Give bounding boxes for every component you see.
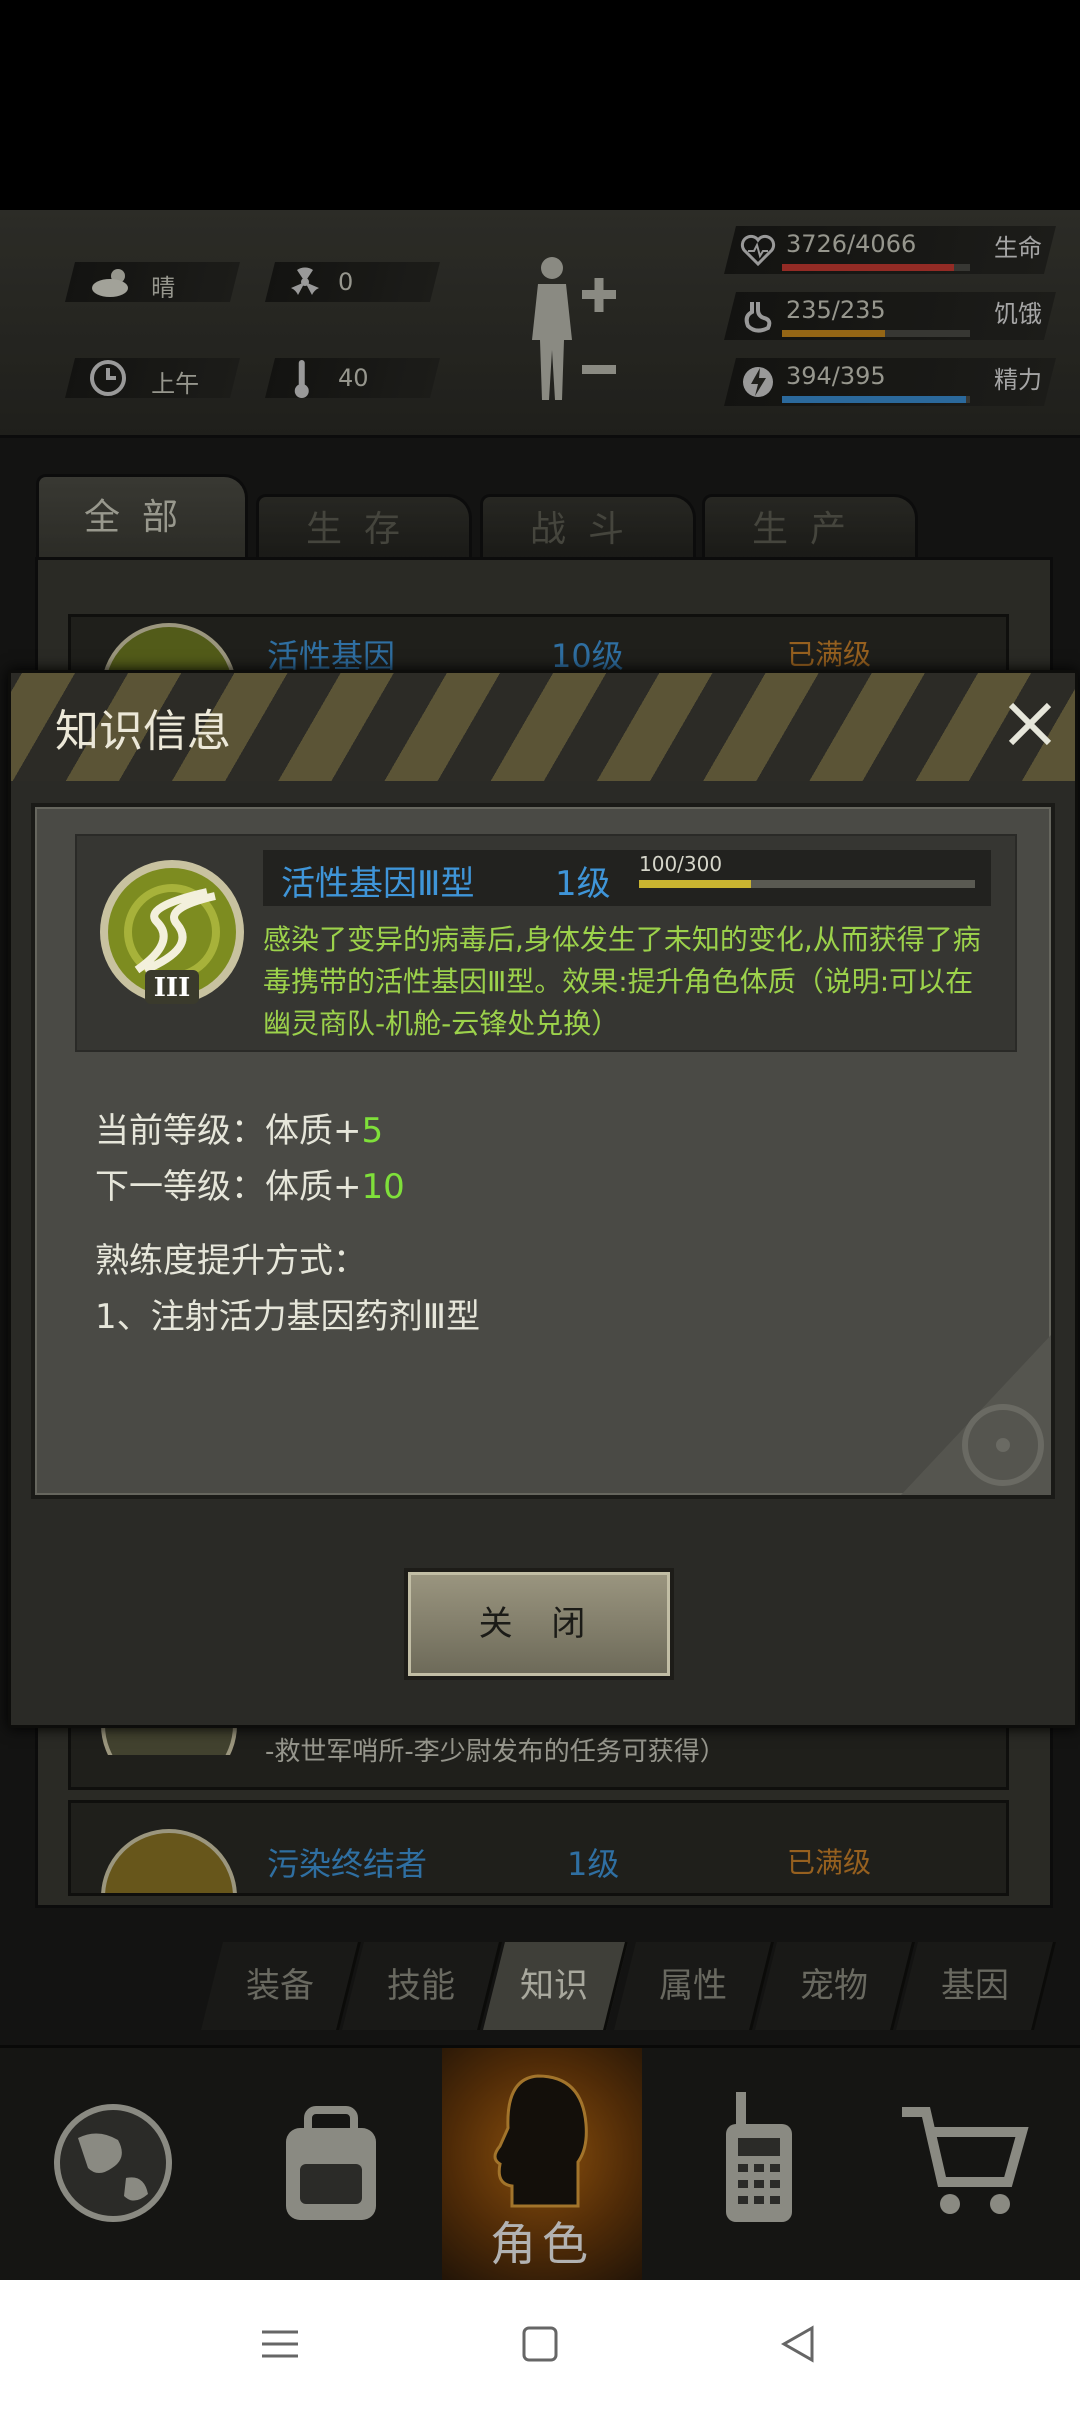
dialog-title: 知识信息 bbox=[55, 706, 231, 757]
current-level-line: 当前等级：体质+5 bbox=[95, 1103, 383, 1152]
current-level-value: 5 bbox=[361, 1111, 384, 1151]
current-level-label: 当前等级：体质+ bbox=[95, 1111, 362, 1151]
game-screen: 晴 0 上午 40 3726/4066 生命 235/235 饥饿 394/39… bbox=[0, 0, 1080, 2280]
knowledge-info-dialog: 知识信息 III 活性基因Ⅲ型 1级 100/300 感染了变异的病毒后,身体发… bbox=[8, 670, 1078, 1728]
skill-name: 活性基因Ⅲ型 bbox=[281, 864, 475, 904]
system-nav-bar bbox=[0, 2280, 1080, 2412]
method-title: 熟练度提升方式： bbox=[95, 1241, 367, 1281]
close-button-label: 关 闭 bbox=[478, 1604, 600, 1644]
menu-icon[interactable] bbox=[258, 2322, 302, 2366]
skill-info-box: III 活性基因Ⅲ型 1级 100/300 感染了变异的病毒后,身体发生了未知的… bbox=[75, 834, 1017, 1052]
next-level-label: 下一等级：体质+ bbox=[95, 1167, 362, 1207]
progress-bar-fill bbox=[639, 880, 751, 888]
skill-level: 1级 bbox=[555, 864, 611, 904]
svg-text:III: III bbox=[154, 973, 191, 1003]
dialog-header: 知识信息 bbox=[11, 673, 1075, 781]
radiation-watermark-icon bbox=[901, 1335, 1051, 1495]
close-icon[interactable] bbox=[997, 691, 1063, 757]
next-level-value: 10 bbox=[361, 1167, 405, 1207]
dna-icon: III bbox=[100, 860, 244, 1004]
back-icon[interactable] bbox=[776, 2322, 820, 2366]
progress-bar bbox=[639, 880, 975, 888]
home-icon[interactable] bbox=[518, 2322, 562, 2366]
skill-description: 感染了变异的病毒后,身体发生了未知的变化,从而获得了病毒携带的活性基因Ⅲ型。效果… bbox=[263, 923, 981, 1040]
dialog-content: III 活性基因Ⅲ型 1级 100/300 感染了变异的病毒后,身体发生了未知的… bbox=[31, 803, 1055, 1499]
close-button[interactable]: 关 闭 bbox=[404, 1568, 674, 1680]
skill-name-bar: 活性基因Ⅲ型 1级 100/300 bbox=[263, 850, 991, 906]
method-item: 1、注射活力基因药剂Ⅲ型 bbox=[95, 1297, 481, 1337]
progress-text: 100/300 bbox=[639, 852, 723, 876]
next-level-line: 下一等级：体质+10 bbox=[95, 1159, 405, 1208]
